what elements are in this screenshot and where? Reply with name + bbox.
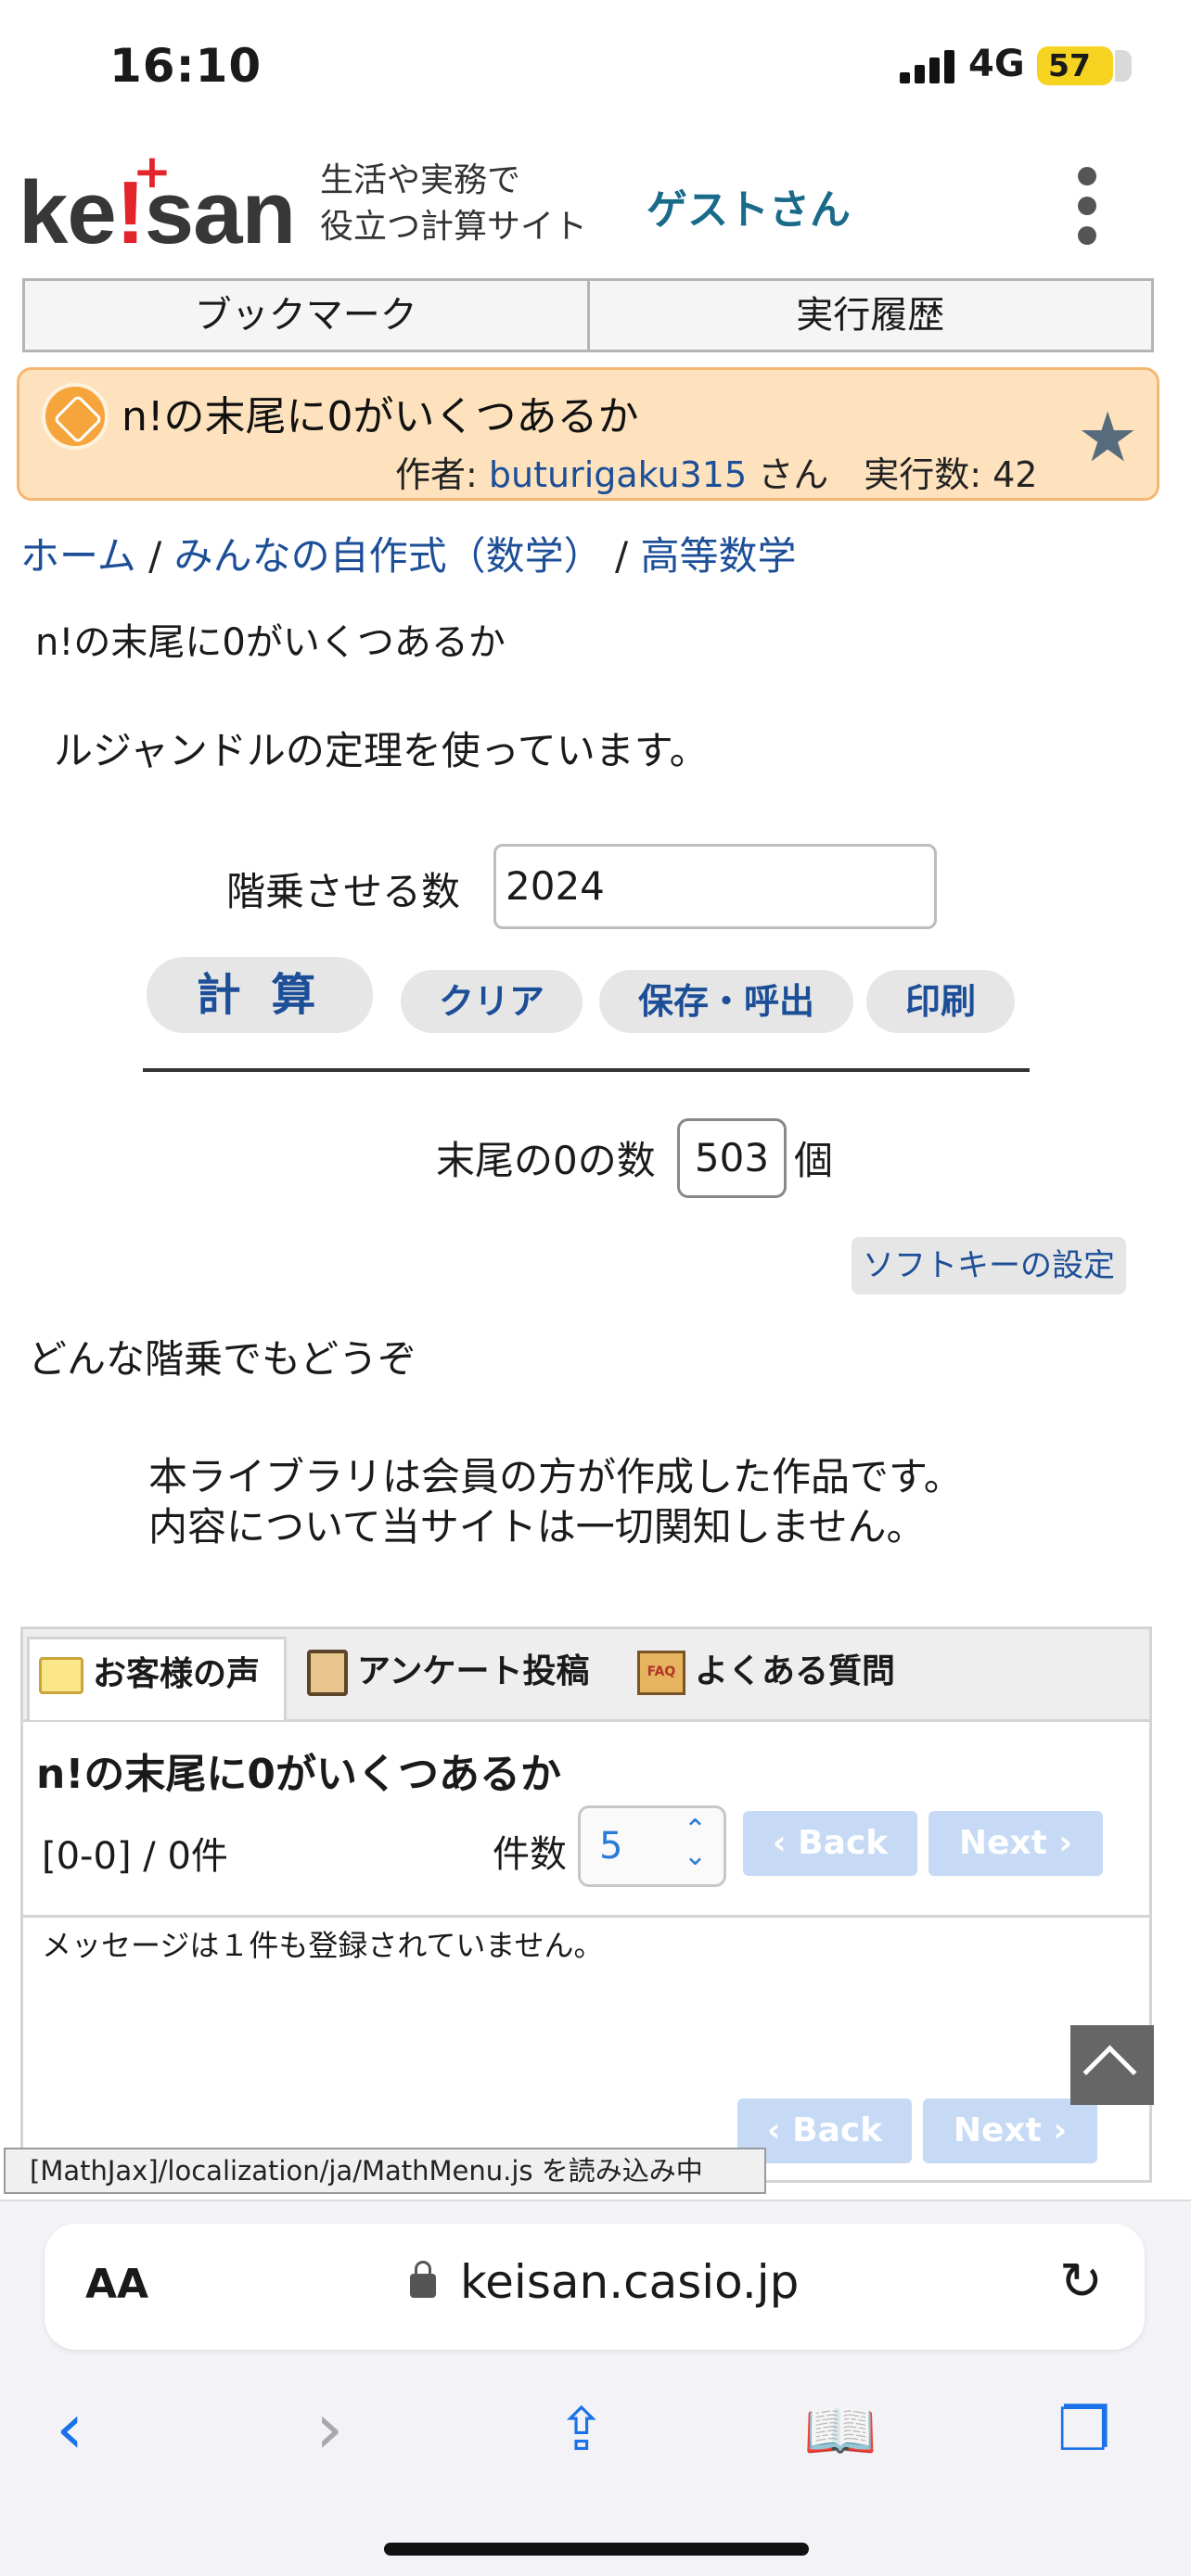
description-text: ルジャンドルの定理を使っています。 — [54, 728, 709, 773]
forward-arrow-icon[interactable]: › — [315, 2387, 343, 2469]
bookmark-tab[interactable]: ブックマーク — [25, 281, 587, 350]
comments-range: [0-0] / 0件 — [42, 1835, 228, 1878]
clock: 16:10 — [109, 39, 263, 93]
status-bar: 16:10 4G 57 — [0, 0, 1191, 130]
favorite-star-icon[interactable]: ★ — [1077, 398, 1138, 478]
address-bar[interactable]: AA keisan.casio.jp ↻ — [45, 2224, 1145, 2350]
author-note: どんな階乗でもどうぞ — [28, 1336, 417, 1382]
page-size-select[interactable]: 5 ⌃ ⌄ — [578, 1805, 726, 1887]
page-size-label: 件数 — [493, 1833, 567, 1876]
tab-faq[interactable]: FAQ よくある質問 — [628, 1637, 895, 1720]
bookmarks-icon[interactable]: 📖 — [803, 2396, 877, 2466]
clipboard-icon — [307, 1650, 348, 1696]
scroll-to-top-icon[interactable] — [1070, 2025, 1154, 2105]
share-icon[interactable]: ⇪ — [557, 2396, 607, 2465]
faq-icon: FAQ — [637, 1651, 685, 1695]
more-menu-icon[interactable] — [1070, 167, 1104, 250]
site-tagline: 生活や実務で 役立つ計算サイト — [320, 161, 588, 246]
tab-survey[interactable]: アンケート投稿 — [298, 1637, 590, 1720]
input-label: 階乗させる数 — [226, 869, 461, 914]
author-link[interactable]: buturigaku315 — [489, 454, 747, 495]
divider — [23, 1915, 1149, 1918]
home-indicator — [384, 2543, 809, 2556]
factorial-number-input[interactable]: 2024 — [493, 844, 937, 929]
network-type: 4G — [968, 43, 1025, 85]
next-button-bottom[interactable]: Next › — [923, 2098, 1097, 2163]
author-info: 作者: buturigaku315 さん 実行数: 42 — [395, 454, 1038, 495]
back-button-top[interactable]: ‹ Back — [743, 1811, 917, 1876]
mathjax-loading-status: [MathJax]/localization/ja/MathMenu.js を読… — [4, 2148, 766, 2194]
divider — [143, 1068, 1030, 1072]
reload-icon[interactable]: ↻ — [1059, 2251, 1103, 2312]
breadcrumb-home[interactable]: ホーム — [20, 533, 136, 579]
battery-icon: 57 — [1037, 46, 1132, 85]
empty-message: メッセージは１件も登録されていません。 — [42, 1928, 604, 1963]
result-unit: 個 — [794, 1138, 834, 1183]
disclaimer: 本ライブラリは会員の方が作成した作品です。 内容について当サイトは一切関知しませ… — [148, 1454, 963, 1549]
comments-tabs: お客様の声 アンケート投稿 FAQ よくある質問 — [23, 1629, 1149, 1722]
description-title: n!の末尾に0がいくつあるか — [35, 621, 506, 664]
breadcrumb: ホーム / みんなの自作式（数学） / 高等数学 — [20, 533, 797, 579]
speech-bubble-icon — [39, 1657, 83, 1694]
lock-icon — [410, 2261, 436, 2298]
clear-button[interactable]: クリア — [401, 970, 583, 1033]
site-logo[interactable]: ke!san — [19, 167, 296, 260]
calculator-title-card: n!の末尾に0がいくつあるか 作者: buturigaku315 さん 実行数:… — [17, 367, 1159, 501]
next-button-top[interactable]: Next › — [928, 1811, 1103, 1876]
back-arrow-icon[interactable]: ‹ — [56, 2387, 83, 2469]
select-chevron-icon: ⌃ ⌄ — [683, 1814, 707, 1872]
guest-user-link[interactable]: ゲストさん — [647, 176, 851, 236]
history-tab[interactable]: 実行履歴 — [586, 281, 1151, 350]
reader-settings-button[interactable]: AA — [85, 2261, 148, 2308]
comments-panel: お客様の声 アンケート投稿 FAQ よくある質問 n!の末尾に0がいくつあるか [… — [20, 1626, 1152, 2183]
cellular-signal-icon — [900, 48, 957, 83]
save-load-button[interactable]: 保存・呼出 — [599, 970, 853, 1033]
calculate-button[interactable]: 計 算 — [147, 957, 373, 1033]
user-tabs: ブックマーク 実行履歴 — [22, 278, 1154, 352]
result-label: 末尾の0の数 — [436, 1138, 656, 1183]
site-header: + ke!san 生活や実務で 役立つ計算サイト ゲストさん — [0, 139, 1191, 269]
comments-title: n!の末尾に0がいくつあるか — [36, 1751, 562, 1798]
user-formula-icon — [42, 383, 109, 450]
print-button[interactable]: 印刷 — [866, 970, 1015, 1033]
calculator-title: n!の末尾に0がいくつあるか — [122, 393, 639, 440]
result-output: 503 — [677, 1118, 787, 1198]
softkey-settings-button[interactable]: ソフトキーの設定 — [852, 1237, 1126, 1294]
browser-toolbar: AA keisan.casio.jp ↻ ‹ › ⇪ 📖 ❐ — [0, 2200, 1191, 2576]
url-domain[interactable]: keisan.casio.jp — [460, 2255, 799, 2309]
breadcrumb-category[interactable]: みんなの自作式（数学） — [174, 533, 603, 579]
breadcrumb-subcategory[interactable]: 高等数学 — [640, 533, 796, 579]
tabs-icon[interactable]: ❐ — [1057, 2396, 1110, 2465]
tab-customer-voice[interactable]: お客様の声 — [27, 1637, 287, 1720]
